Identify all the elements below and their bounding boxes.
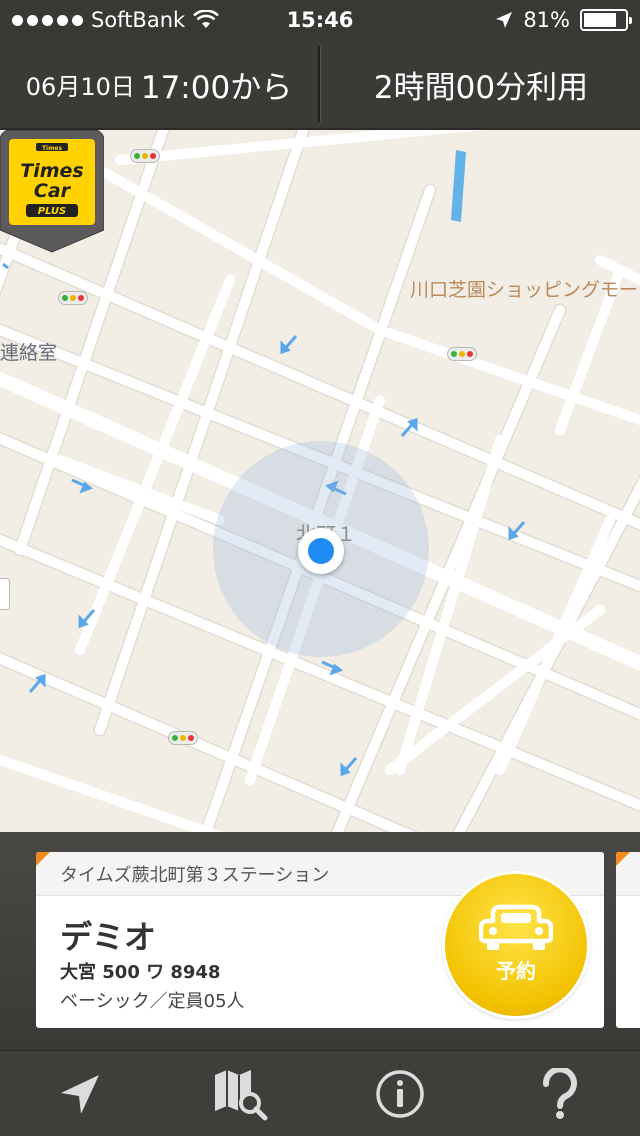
traffic-light-icon: [447, 347, 477, 361]
reservation-header: 06月10日 17:00から 2時間00分利用: [0, 40, 640, 130]
map-view[interactable]: 川口芝園ショッピングモー 連絡室 北町１ Times Times Car PLU…: [0, 130, 640, 832]
help-icon: [543, 1067, 577, 1119]
pin-line1: Times: [20, 160, 83, 182]
station-card-strip[interactable]: タイムズ蕨北町第３ステーション デミオ 大宮 500 ワ 8948 ベーシック／…: [0, 832, 640, 1050]
battery-icon: [580, 9, 632, 31]
traffic-light-icon: [168, 731, 198, 745]
duration-selector[interactable]: 2時間00分利用: [322, 40, 640, 128]
station-pin[interactable]: Times Times Car PLUS: [0, 130, 104, 254]
location-arrow-icon: [61, 1074, 99, 1114]
traffic-light-icon: [58, 291, 88, 305]
battery-percent: 81%: [523, 8, 570, 32]
status-bar: SoftBank 15:46 81%: [0, 0, 640, 40]
water-channel: [451, 150, 466, 222]
info-icon: [376, 1069, 424, 1118]
tab-current-location[interactable]: [0, 1051, 160, 1136]
license-plate: 大宮 500 ワ 8948: [60, 962, 221, 983]
reserve-button[interactable]: 予約: [445, 874, 587, 1016]
car-name: デミオ: [60, 918, 157, 956]
next-station-card[interactable]: [616, 852, 640, 1028]
status-right: 81%: [495, 8, 632, 32]
tab-info[interactable]: [320, 1051, 480, 1136]
next-card-header: [616, 852, 640, 896]
tab-bar: [0, 1050, 640, 1136]
tab-help[interactable]: [480, 1051, 640, 1136]
header-divider: [318, 46, 320, 122]
pin-line2: Car: [34, 180, 72, 202]
pin-line3: PLUS: [38, 206, 66, 217]
start-time-selector[interactable]: 06月10日 17:00から: [0, 40, 318, 128]
map-edge-handle[interactable]: [0, 578, 10, 610]
card-accent-corner: [616, 852, 630, 866]
pin-badge: Times: [42, 145, 62, 152]
map-search-icon: [215, 1069, 268, 1120]
traffic-light-icon: [130, 149, 160, 163]
car-spec: ベーシック／定員05人: [60, 991, 245, 1012]
reserve-label: 予約: [496, 958, 536, 983]
start-time: 17:00から: [140, 69, 293, 106]
battery-level: [584, 13, 617, 27]
map-label-office: 連絡室: [0, 342, 58, 364]
car-icon: [479, 904, 553, 950]
start-date: 06月10日: [25, 72, 135, 101]
tab-map-search[interactable]: [160, 1051, 320, 1136]
map-label-shopping: 川口芝園ショッピングモー: [410, 279, 639, 301]
location-arrow-icon: [496, 12, 513, 28]
card-accent-corner: [36, 852, 50, 866]
current-location-marker: [298, 528, 344, 574]
station-name: タイムズ蕨北町第３ステーション: [60, 864, 330, 886]
